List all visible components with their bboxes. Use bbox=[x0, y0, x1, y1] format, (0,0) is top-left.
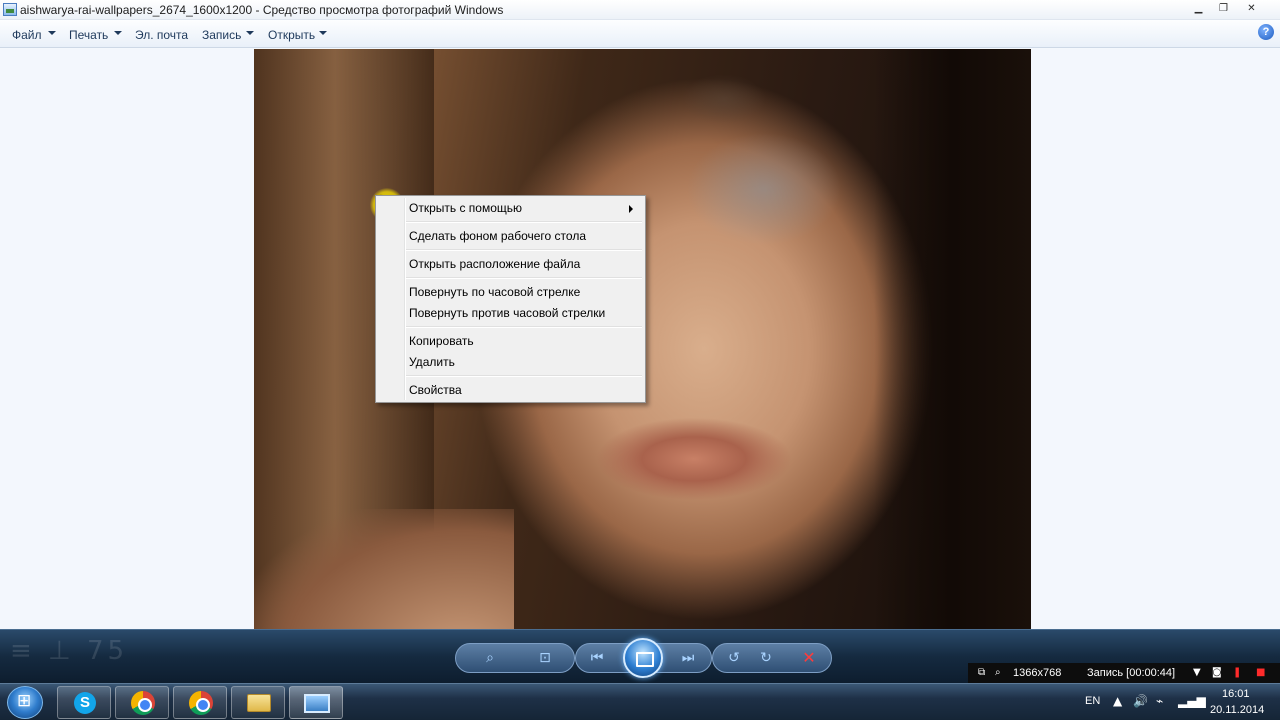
menu-bar: Файл Печать Эл. почта Запись Открыть ? bbox=[0, 20, 1280, 48]
photo-shoulder bbox=[254, 509, 514, 629]
context-delete[interactable]: Удалить bbox=[378, 352, 643, 373]
chrome-icon bbox=[189, 691, 213, 715]
context-copy[interactable]: Копировать bbox=[378, 331, 643, 352]
menu-separator bbox=[406, 277, 642, 279]
clock-date[interactable]: 20.11.2014 bbox=[1210, 704, 1264, 716]
context-open-with-label: Открыть с помощью bbox=[409, 201, 523, 215]
taskbar: S EN ▲ 🔊 ⌁ ▂▄▆ 16:01 20.11.2014 bbox=[0, 683, 1280, 720]
maximize-button[interactable]: ❐ bbox=[1212, 1, 1235, 16]
background-decoration: ≡ ⊥ 75 bbox=[10, 636, 129, 666]
previous-icon[interactable]: ⏮ bbox=[587, 649, 607, 667]
submenu-arrow-icon bbox=[629, 205, 633, 213]
volume-icon[interactable]: 🔊 bbox=[1133, 694, 1148, 708]
photo-viewer-app-icon[interactable] bbox=[3, 3, 17, 16]
recording-status: Запись [00:00:44] bbox=[1087, 667, 1176, 679]
menu-print-chevron-down-icon[interactable] bbox=[114, 31, 122, 35]
taskbar-chrome-second[interactable] bbox=[173, 686, 227, 719]
taskbar-chrome[interactable] bbox=[115, 686, 169, 719]
folder-icon bbox=[247, 694, 271, 712]
delete-icon[interactable]: ✕ bbox=[799, 649, 819, 667]
start-button[interactable] bbox=[7, 686, 43, 719]
next-icon[interactable]: ⏭ bbox=[678, 649, 698, 667]
menu-burn[interactable]: Запись bbox=[202, 28, 241, 42]
context-properties[interactable]: Свойства bbox=[378, 380, 643, 401]
camera-icon[interactable]: ◙ bbox=[1212, 667, 1222, 678]
help-icon[interactable]: ? bbox=[1258, 24, 1274, 40]
menu-email[interactable]: Эл. почта bbox=[135, 28, 188, 42]
actual-size-icon[interactable]: ⊡ bbox=[535, 649, 555, 667]
recorder-toolbar: ⧉ ⌕ 1366x768 Запись [00:00:44] ▼ ◙ ❚ ■ bbox=[968, 663, 1280, 683]
show-hidden-icons-icon[interactable]: ▲ bbox=[1113, 694, 1122, 708]
rotate-clockwise-icon[interactable]: ↻ bbox=[756, 649, 776, 667]
stop-icon[interactable]: ■ bbox=[1256, 667, 1265, 678]
zoom-icon[interactable]: ⌕ bbox=[480, 649, 500, 667]
taskbar-photo-viewer[interactable] bbox=[289, 686, 343, 719]
taskbar-skype[interactable]: S bbox=[57, 686, 111, 719]
rotate-counterclockwise-icon[interactable]: ↺ bbox=[724, 649, 744, 667]
photo-hair-right bbox=[874, 49, 1031, 629]
menu-separator bbox=[406, 375, 642, 377]
window-title: aishwarya-rai-wallpapers_2674_1600x1200 … bbox=[20, 3, 504, 17]
context-open-file-location[interactable]: Открыть расположение файла bbox=[378, 254, 643, 275]
photo-viewer-icon bbox=[304, 694, 330, 713]
clock-time[interactable]: 16:01 bbox=[1222, 688, 1250, 700]
menu-file[interactable]: Файл bbox=[12, 28, 42, 42]
close-button[interactable]: ✕ bbox=[1240, 1, 1263, 16]
context-rotate-clockwise[interactable]: Повернуть по часовой стрелке bbox=[378, 282, 643, 303]
context-set-desktop-background[interactable]: Сделать фоном рабочего стола bbox=[378, 226, 643, 247]
context-open-with[interactable]: Открыть с помощью bbox=[378, 198, 643, 219]
menu-print[interactable]: Печать bbox=[69, 28, 108, 42]
language-indicator[interactable]: EN bbox=[1085, 695, 1100, 707]
pause-icon[interactable]: ❚ bbox=[1233, 667, 1241, 678]
menu-burn-chevron-down-icon[interactable] bbox=[246, 31, 254, 35]
recording-resolution: 1366x768 bbox=[1013, 667, 1062, 679]
menu-file-chevron-down-icon[interactable] bbox=[48, 31, 56, 35]
zoom-controls-group bbox=[455, 643, 575, 673]
menu-separator bbox=[406, 249, 642, 251]
skype-icon: S bbox=[74, 692, 96, 714]
context-rotate-counterclockwise[interactable]: Повернуть против часовой стрелки bbox=[378, 303, 643, 324]
magnifier-icon[interactable]: ⌕ bbox=[995, 667, 1001, 678]
chrome-icon bbox=[131, 691, 155, 715]
window-icon[interactable]: ⧉ bbox=[978, 667, 985, 678]
power-icon[interactable]: ⌁ bbox=[1156, 694, 1163, 708]
menu-open[interactable]: Открыть bbox=[268, 28, 315, 42]
slideshow-button[interactable] bbox=[623, 638, 663, 678]
menu-separator bbox=[406, 221, 642, 223]
title-bar: aishwarya-rai-wallpapers_2674_1600x1200 … bbox=[0, 0, 1280, 20]
menu-separator bbox=[406, 326, 642, 328]
context-menu: Открыть с помощью Сделать фоном рабочего… bbox=[375, 195, 646, 403]
menu-open-chevron-down-icon[interactable] bbox=[319, 31, 327, 35]
dropdown-icon[interactable]: ▼ bbox=[1193, 667, 1201, 678]
taskbar-explorer[interactable] bbox=[231, 686, 285, 719]
minimize-button[interactable]: ▁ bbox=[1187, 1, 1210, 16]
network-icon[interactable]: ▂▄▆ bbox=[1178, 694, 1206, 708]
